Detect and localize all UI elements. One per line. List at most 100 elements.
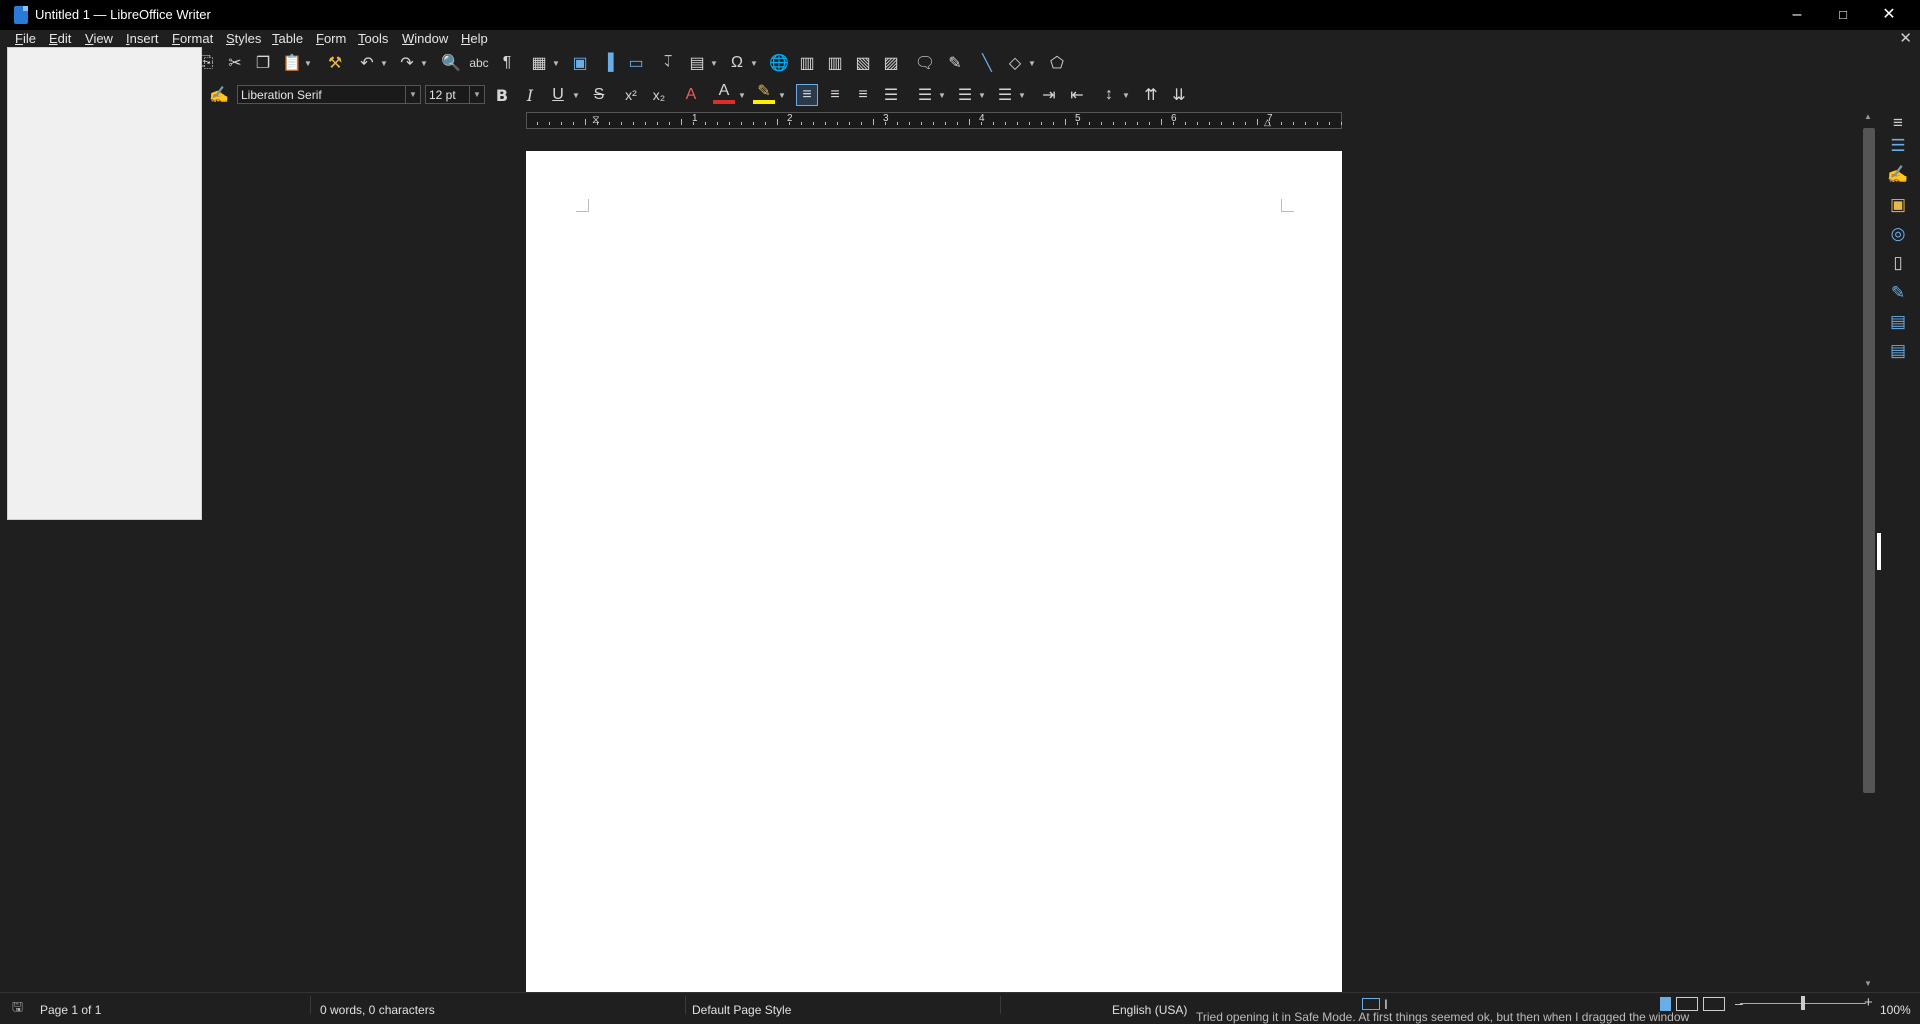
comment-icon[interactable]: 🗨 (914, 52, 936, 74)
spelling-icon[interactable]: abc (468, 52, 490, 74)
font-name-box[interactable]: Liberation Serif ▼ (237, 85, 421, 104)
underline-dropdown-icon[interactable]: ▼ (572, 84, 580, 106)
scroll-up-icon[interactable]: ▲ (1864, 112, 1872, 121)
close-document-icon[interactable]: ✕ (1899, 29, 1912, 47)
scrollbar-thumb[interactable] (1863, 128, 1875, 793)
decrease-paragraph-spacing-icon[interactable]: ⇊ (1168, 84, 1190, 106)
zoom-level[interactable]: 100% (1880, 1003, 1911, 1017)
insert-line-icon[interactable]: ╲ (976, 52, 998, 74)
font-size-dropdown-icon[interactable]: ▼ (469, 86, 484, 103)
unordered-list-icon[interactable]: ☰ (914, 84, 936, 106)
line-spacing-icon[interactable]: ↕ (1098, 84, 1120, 106)
document-page[interactable] (526, 151, 1342, 1001)
hyperlink-icon[interactable]: 🌐 (768, 52, 790, 74)
clone-formatting-icon[interactable]: ⚒ (324, 52, 346, 74)
bold-icon[interactable]: B (491, 84, 513, 106)
undo-icon[interactable]: ↶ (356, 52, 378, 74)
insert-textbox-icon[interactable]: ▭ (625, 52, 647, 74)
scroll-down-icon[interactable]: ▼ (1864, 979, 1872, 988)
redo-dropdown-icon[interactable]: ▼ (420, 52, 428, 74)
strikethrough-icon[interactable]: S (588, 84, 610, 106)
highlight-dropdown-icon[interactable]: ▼ (778, 84, 786, 106)
bookmark-icon[interactable]: ▧ (852, 52, 874, 74)
align-center-icon[interactable]: ≡ (824, 84, 846, 106)
increase-paragraph-spacing-icon[interactable]: ⇈ (1140, 84, 1162, 106)
properties-icon[interactable]: ☰ (1885, 133, 1911, 159)
maximize-button[interactable]: □ (1820, 0, 1866, 30)
paste-icon[interactable]: 📋 (281, 52, 303, 74)
menu-table[interactable]: Table (272, 31, 303, 46)
underline-icon[interactable]: U (547, 84, 569, 106)
menu-form[interactable]: Form (316, 31, 346, 46)
menu-styles[interactable]: Styles (226, 31, 261, 46)
design-icon[interactable]: ▤ (1885, 338, 1911, 364)
superscript-icon[interactable]: x² (620, 84, 642, 106)
ordered-list-icon[interactable]: ☰ (954, 84, 976, 106)
insert-image-icon[interactable]: ▣ (569, 52, 591, 74)
draw-functions-icon[interactable]: ⬠ (1046, 52, 1068, 74)
justify-icon[interactable]: ☰ (880, 84, 902, 106)
subscript-icon[interactable]: x₂ (648, 84, 670, 106)
horizontal-ruler[interactable]: 1 2 3 4 5 6 7 (526, 112, 1342, 129)
left-indent-marker[interactable]: ⧖ (592, 114, 600, 127)
increase-indent-icon[interactable]: ⇥ (1038, 84, 1060, 106)
minimize-button[interactable]: – (1774, 0, 1820, 30)
ordered-list-dropdown-icon[interactable]: ▼ (978, 84, 986, 106)
outline-list-icon[interactable]: ☰ (994, 84, 1016, 106)
paragraph-style-icon[interactable]: ✍ (208, 84, 230, 106)
formatting-marks-icon[interactable]: ¶ (496, 52, 518, 74)
align-right-icon[interactable]: ≡ (852, 84, 874, 106)
undo-dropdown-icon[interactable]: ▼ (380, 52, 388, 74)
table-dropdown-icon[interactable]: ▼ (552, 52, 560, 74)
shapes-dropdown-icon[interactable]: ▼ (1028, 52, 1036, 74)
page-break-icon[interactable]: ⥡ (657, 52, 679, 74)
line-spacing-dropdown-icon[interactable]: ▼ (1122, 84, 1130, 106)
insert-table-icon[interactable]: ▦ (528, 52, 550, 74)
page-icon[interactable]: ▯ (1885, 250, 1911, 276)
page-count[interactable]: Page 1 of 1 (40, 1003, 101, 1017)
special-character-icon[interactable]: Ω (726, 52, 748, 74)
menu-format[interactable]: Format (172, 31, 213, 46)
track-changes-icon[interactable]: ✎ (944, 52, 966, 74)
paste-dropdown-icon[interactable]: ▼ (304, 52, 312, 74)
field-dropdown-icon[interactable]: ▼ (710, 52, 718, 74)
outline-list-dropdown-icon[interactable]: ▼ (1018, 84, 1026, 106)
sidebar-resize-handle[interactable] (1877, 533, 1881, 570)
font-name-dropdown-icon[interactable]: ▼ (405, 86, 420, 103)
redo-icon[interactable]: ↷ (396, 52, 418, 74)
basic-shapes-icon[interactable]: ◇ (1004, 52, 1026, 74)
footnote-icon[interactable]: ▥ (796, 52, 818, 74)
menu-edit[interactable]: Edit (49, 31, 71, 46)
cut-icon[interactable]: ✂ (224, 52, 246, 74)
menu-window[interactable]: Window (402, 31, 448, 46)
style-inspector-icon[interactable]: ✎ (1885, 280, 1911, 306)
language[interactable]: English (USA) (1112, 1003, 1187, 1017)
word-count[interactable]: 0 words, 0 characters (320, 1003, 435, 1017)
endnote-icon[interactable]: ▥ (824, 52, 846, 74)
close-button[interactable]: ✕ (1866, 0, 1912, 30)
book-view-icon[interactable] (1703, 997, 1725, 1011)
find-replace-icon[interactable]: 🔍 (440, 52, 462, 74)
zoom-slider-thumb[interactable] (1801, 996, 1805, 1010)
unordered-list-dropdown-icon[interactable]: ▼ (938, 84, 946, 106)
navigator-icon[interactable]: ◎ (1885, 221, 1911, 247)
highlight-color-icon[interactable]: ✎ (753, 82, 775, 104)
decrease-indent-icon[interactable]: ⇤ (1066, 84, 1088, 106)
right-indent-marker[interactable]: △ (1264, 117, 1271, 128)
dropdown-popup-panel[interactable] (7, 47, 202, 520)
menu-help[interactable]: Help (461, 31, 488, 46)
cross-reference-icon[interactable]: ▨ (880, 52, 902, 74)
insert-field-icon[interactable]: ▤ (686, 52, 708, 74)
insert-chart-icon[interactable]: ▐ (597, 52, 619, 74)
italic-icon[interactable]: I (519, 84, 541, 106)
menu-file[interactable]: File (15, 31, 36, 46)
align-left-icon[interactable]: ≡ (796, 84, 818, 106)
font-color-icon[interactable]: A (713, 82, 735, 104)
multi-page-view-icon[interactable] (1676, 997, 1698, 1011)
menu-tools[interactable]: Tools (358, 31, 388, 46)
zoom-in-icon[interactable]: + (1864, 994, 1873, 1011)
selection-mode-icon[interactable] (1362, 998, 1380, 1010)
copy-icon[interactable]: ❐ (252, 52, 274, 74)
clear-formatting-icon[interactable]: A (680, 84, 702, 106)
single-page-view-icon[interactable] (1660, 997, 1671, 1011)
